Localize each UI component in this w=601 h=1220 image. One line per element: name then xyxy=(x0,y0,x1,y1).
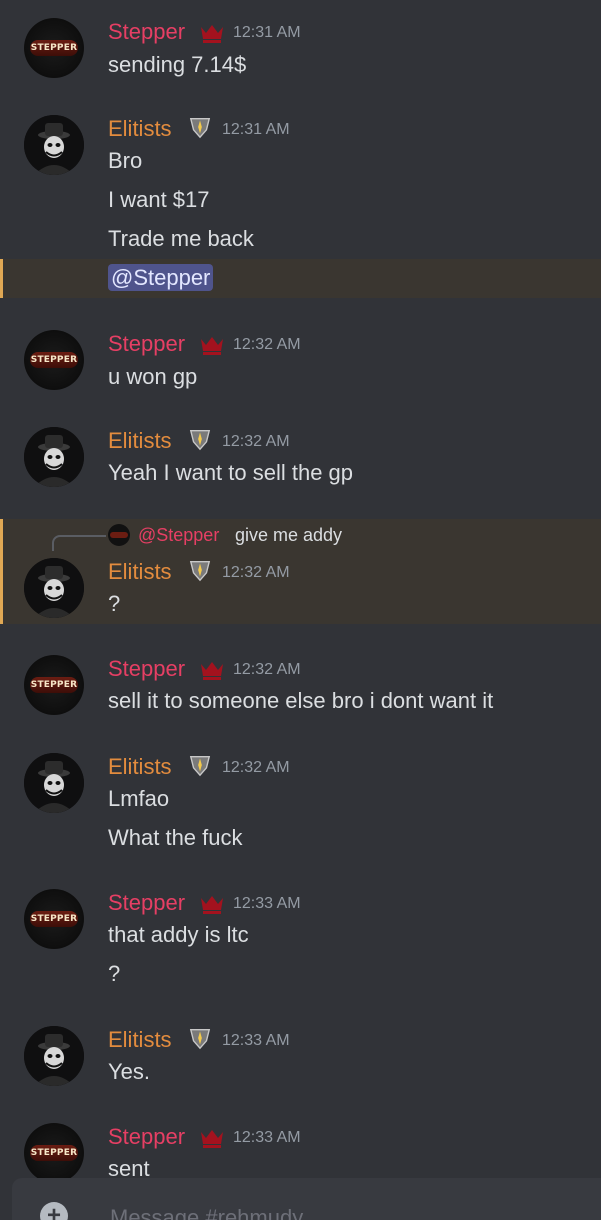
shield-badge-icon xyxy=(189,430,211,451)
timestamp: 12:32 AM xyxy=(222,759,290,776)
author-name[interactable]: Stepper xyxy=(108,890,185,916)
message-text: @Stepper xyxy=(108,264,214,291)
message-text: I want $17 xyxy=(108,187,210,212)
user-mention[interactable]: @Stepper xyxy=(108,264,214,291)
timestamp: 12:33 AM xyxy=(233,1129,301,1146)
avatar-logo-text: STEPPER xyxy=(30,914,78,924)
avatar[interactable] xyxy=(24,427,84,487)
avatar[interactable]: STEPPER xyxy=(24,18,84,78)
message-text: that addy is ltc xyxy=(108,922,249,947)
timestamp: 12:31 AM xyxy=(233,24,301,41)
author-name[interactable]: Elitists xyxy=(108,754,172,780)
message-text: u won gp xyxy=(108,364,198,389)
crown-icon xyxy=(201,25,223,43)
author-name[interactable]: Stepper xyxy=(108,1124,185,1150)
author-name[interactable]: Elitists xyxy=(108,428,172,454)
message-input[interactable] xyxy=(108,1202,572,1220)
avatar[interactable]: STEPPER xyxy=(24,889,84,949)
author-name[interactable]: Stepper xyxy=(108,331,185,357)
message-text: Yes. xyxy=(108,1059,151,1084)
hat-figure-avatar-icon xyxy=(24,753,84,813)
author-name[interactable]: Elitists xyxy=(108,1027,172,1053)
author-name[interactable]: Elitists xyxy=(108,116,172,142)
shield-badge-icon xyxy=(189,118,211,139)
hat-figure-avatar-icon xyxy=(24,427,84,487)
add-attachment-button[interactable]: + xyxy=(40,1202,68,1220)
hat-figure-avatar-icon xyxy=(24,115,84,175)
crown-icon xyxy=(201,662,223,680)
avatar[interactable]: STEPPER xyxy=(24,655,84,715)
message-text: Bro xyxy=(108,148,143,173)
reply-connector xyxy=(52,535,106,551)
timestamp: 12:32 AM xyxy=(233,336,301,353)
crown-icon xyxy=(201,1130,223,1148)
message-text: sending 7.14$ xyxy=(108,52,247,77)
shield-badge-icon xyxy=(189,756,211,777)
author-name[interactable]: Stepper xyxy=(108,19,185,45)
reply-preview-text[interactable]: give me addy xyxy=(235,524,342,546)
avatar[interactable]: STEPPER xyxy=(24,1123,84,1183)
author-name[interactable]: Elitists xyxy=(108,559,172,585)
timestamp: 12:32 AM xyxy=(222,433,290,450)
message-composer: + xyxy=(12,1178,601,1220)
message-text: Yeah I want to sell the gp xyxy=(108,460,354,485)
message-text: sell it to someone else bro i dont want … xyxy=(108,688,494,713)
shield-badge-icon xyxy=(189,1029,211,1050)
avatar[interactable] xyxy=(24,558,84,618)
avatar[interactable] xyxy=(24,753,84,813)
message-text: Trade me back xyxy=(108,226,254,251)
author-name[interactable]: Stepper xyxy=(108,656,185,682)
chat-view: STEPPER Stepper 12:31 AM sending 7.14$ E… xyxy=(0,0,601,1220)
avatar-logo-text: STEPPER xyxy=(30,1148,78,1158)
message-text: Lmfao xyxy=(108,786,170,811)
shield-badge-icon xyxy=(189,561,211,582)
timestamp: 12:32 AM xyxy=(233,661,301,678)
message-text: What the fuck xyxy=(108,825,243,850)
reply-author[interactable]: @Stepper xyxy=(138,524,219,546)
mention-highlight xyxy=(0,259,601,298)
avatar-logo-text: STEPPER xyxy=(30,355,78,365)
hat-figure-avatar-icon xyxy=(24,558,84,618)
message-text: ? xyxy=(108,961,121,986)
timestamp: 12:33 AM xyxy=(222,1032,290,1049)
timestamp: 12:33 AM xyxy=(233,895,301,912)
crown-icon xyxy=(201,896,223,914)
avatar[interactable] xyxy=(24,1026,84,1086)
avatar-logo-text: STEPPER xyxy=(30,680,78,690)
crown-icon xyxy=(201,337,223,355)
reply-avatar[interactable] xyxy=(108,524,130,546)
avatar[interactable] xyxy=(24,115,84,175)
avatar[interactable]: STEPPER xyxy=(24,330,84,390)
message-text: ? xyxy=(108,591,121,616)
hat-figure-avatar-icon xyxy=(24,1026,84,1086)
timestamp: 12:31 AM xyxy=(222,121,290,138)
avatar-logo-text: STEPPER xyxy=(30,43,78,53)
timestamp: 12:32 AM xyxy=(222,564,290,581)
